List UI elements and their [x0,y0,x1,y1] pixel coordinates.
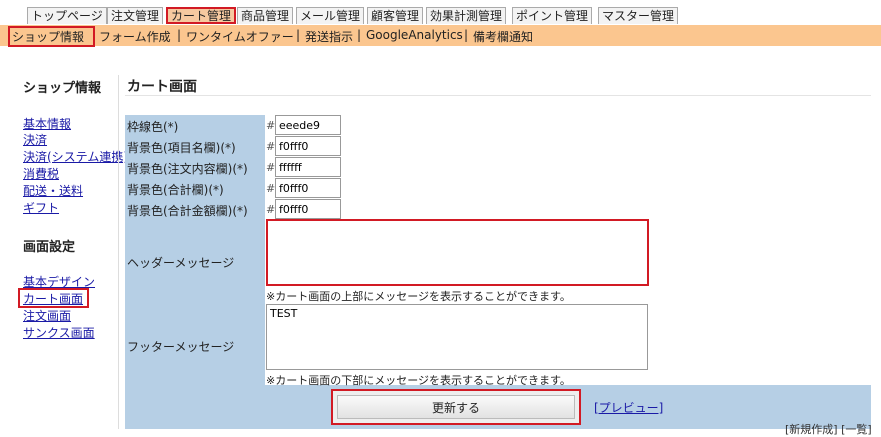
subnav-separator: | [177,28,182,42]
bg-item-name-input[interactable] [275,136,341,156]
tab-master-management[interactable]: マスター管理 [598,7,679,24]
subnav-separator: | [357,28,362,42]
side-link-shipping[interactable]: 配送・送料 [23,182,83,199]
hash-mark: # [266,161,276,174]
footer-message-textarea[interactable]: TEST [266,304,648,370]
title-rule [125,95,871,96]
side-link-gift[interactable]: ギフト [23,199,59,216]
footer-message-note: ※カート画面の下部にメッセージを表示することができます。 [266,374,571,387]
subnav-separator: | [464,28,469,42]
field-label-border-color: 枠線色(*) [127,120,179,134]
side-link-basic-info[interactable]: 基本情報 [23,115,71,132]
update-button-label: 更新する [337,395,575,419]
header-message-label: ヘッダーメッセージ [127,256,235,270]
subnav-separator: | [296,28,301,42]
preview-link[interactable]: [プレビュー] [594,399,663,416]
bg-total-amount-input[interactable] [275,199,341,219]
hash-mark: # [266,203,276,216]
side-link-thanks-screen[interactable]: サンクス画面 [23,324,95,341]
bg-total-input[interactable] [275,178,341,198]
hash-mark: # [266,140,276,153]
field-label-bg-order-content: 背景色(注文内容欄)(*) [127,162,248,176]
side-heading-screen-settings: 画面設定 [23,240,76,255]
border-color-input[interactable] [275,115,341,135]
side-link-order-screen[interactable]: 注文画面 [23,307,71,324]
tab-mail-management[interactable]: メール管理 [296,7,365,24]
subnav-google-analytics[interactable]: GoogleAnalytics [366,28,463,42]
subnav-remarks-notice[interactable]: 備考欄通知 [473,28,533,45]
tab-effect-measurement[interactable]: 効果計測管理 [426,7,507,24]
tab-order-management[interactable]: 注文管理 [107,7,164,24]
side-heading-shop-info: ショップ情報 [23,81,102,96]
side-link-payment-system[interactable]: 決済(システム連携) [23,148,128,165]
subnav-shop-info-highlight [8,26,95,47]
tab-cart-management[interactable]: カート管理 [166,7,237,24]
footer-message-label: フッターメッセージ [127,340,235,354]
subnav-shipping-instruction[interactable]: 発送指示 [305,28,353,45]
side-link-cart-screen-highlight [18,288,89,308]
update-button[interactable]: 更新する [331,389,581,425]
tab-customer-management[interactable]: 顧客管理 [367,7,424,24]
tab-product-management[interactable]: 商品管理 [237,7,294,24]
hash-mark: # [266,182,276,195]
subnav-form-create[interactable]: フォーム作成 [99,28,171,45]
tab-top-page[interactable]: トップページ [27,7,107,24]
side-link-payment[interactable]: 決済 [23,131,47,148]
tab-point-management[interactable]: ポイント管理 [512,7,593,24]
side-divider [118,75,119,429]
subnav-one-time-offer[interactable]: ワンタイムオファー [186,28,294,45]
side-link-tax[interactable]: 消費税 [23,165,59,182]
page-title: カート画面 [127,79,197,95]
hash-mark: # [266,119,276,132]
field-label-bg-total: 背景色(合計欄)(*) [127,183,224,197]
field-label-bg-total-amount: 背景色(合計金額欄)(*) [127,204,248,218]
bg-order-content-input[interactable] [275,157,341,177]
header-message-note: ※カート画面の上部にメッセージを表示することができます。 [266,290,571,303]
field-label-bg-item-name: 背景色(項目名欄)(*) [127,141,236,155]
header-message-textarea[interactable] [266,219,649,286]
cut-off-links: [新規作成] [一覧] [785,423,872,436]
